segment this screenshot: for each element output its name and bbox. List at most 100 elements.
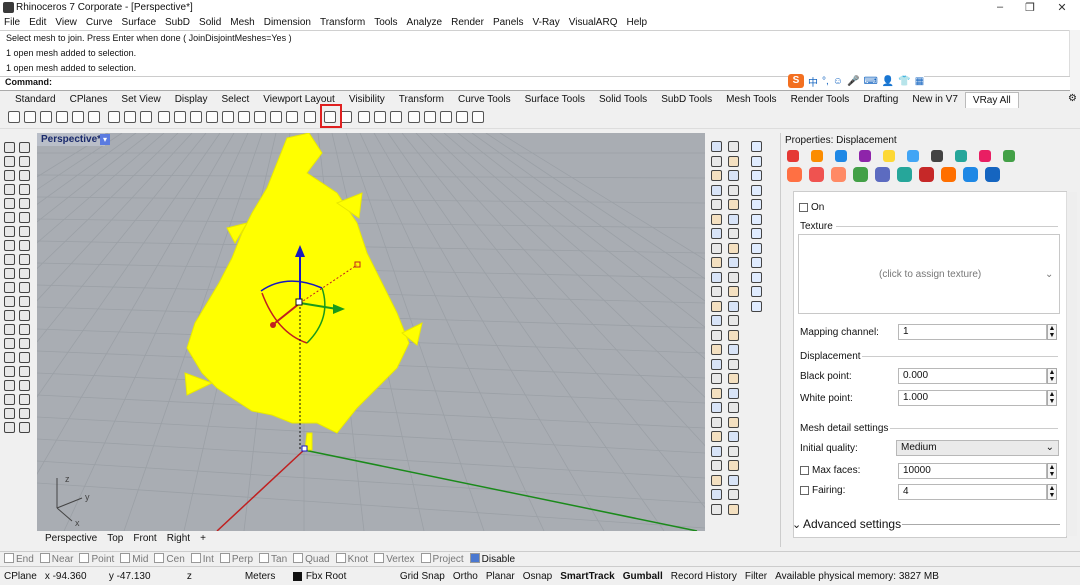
tab-subd-tools[interactable]: SubD Tools	[654, 92, 719, 109]
max-faces-checkbox[interactable]	[800, 466, 809, 475]
layer-color-swatch[interactable]	[292, 571, 302, 581]
toolbar-tool-icon[interactable]	[472, 111, 484, 123]
osnap-checkbox[interactable]	[293, 553, 304, 563]
vray-tool-icon[interactable]	[751, 257, 762, 268]
vray-tool-icon[interactable]	[711, 373, 722, 384]
displacement-type-icon[interactable]	[919, 167, 934, 182]
ime-language[interactable]: 中	[808, 74, 818, 89]
left-tool-icon[interactable]	[4, 310, 15, 321]
vray-tool-icon[interactable]	[711, 315, 722, 326]
vray-tool-icon[interactable]	[711, 489, 722, 500]
left-tool-icon[interactable]	[19, 296, 30, 307]
osnap-point[interactable]: Point	[79, 552, 114, 566]
vray-tool-icon[interactable]	[711, 416, 722, 428]
tab-display[interactable]: Display	[168, 92, 215, 109]
white-point-spinner[interactable]: ▲ ▼	[1047, 390, 1057, 406]
left-tool-icon[interactable]	[19, 338, 30, 349]
toolbar-tool-icon[interactable]	[286, 111, 298, 123]
osnap-checkbox[interactable]	[374, 553, 385, 563]
vray-tool-icon[interactable]	[751, 228, 762, 239]
left-tool-icon[interactable]	[19, 282, 30, 293]
vray-tool-icon[interactable]	[728, 329, 739, 341]
vray-tool-icon[interactable]	[711, 358, 722, 370]
osnap-quad[interactable]: Quad	[293, 552, 330, 566]
toolbar-tool-icon[interactable]	[108, 111, 120, 123]
osnap-checkbox[interactable]	[120, 553, 131, 563]
toolbar-tool-icon[interactable]	[222, 111, 234, 123]
menu-item-view[interactable]: View	[55, 16, 77, 30]
displacement-type-icon[interactable]	[853, 167, 868, 182]
advanced-settings-chevron-icon[interactable]: ⌄	[792, 518, 801, 531]
left-tool-icon[interactable]	[4, 184, 15, 195]
tab-visibility[interactable]: Visibility	[342, 92, 392, 109]
minimize-button[interactable]: –	[990, 1, 1010, 15]
osnap-mid[interactable]: Mid	[120, 552, 148, 566]
left-tool-icon[interactable]	[19, 366, 30, 377]
left-tool-icon[interactable]	[19, 408, 30, 419]
vray-tool-icon[interactable]	[728, 141, 739, 152]
left-tool-icon[interactable]	[19, 394, 30, 405]
menu-item-panels[interactable]: Panels	[493, 16, 524, 30]
vray-tool-icon[interactable]	[711, 184, 722, 196]
ime-toolbar[interactable]: S 中 °, ☺ 🎤 ⌨ 👤 👕 ▦	[788, 73, 925, 89]
left-tool-icon[interactable]	[19, 240, 30, 251]
menu-item-curve[interactable]: Curve	[86, 16, 113, 30]
osnap-checkbox[interactable]	[79, 553, 90, 563]
texture-slot[interactable]: (click to assign texture) ⌄	[798, 234, 1060, 314]
vray-tool-icon[interactable]	[728, 213, 739, 225]
vray-tool-icon[interactable]	[711, 242, 722, 254]
toolbar-tool-icon[interactable]	[254, 111, 266, 123]
tab-curve-tools[interactable]: Curve Tools	[451, 92, 518, 109]
vray-tool-icon[interactable]	[728, 358, 739, 370]
white-point-input[interactable]: 1.000	[898, 390, 1047, 406]
command-history-scrollbar[interactable]	[1069, 30, 1080, 90]
viewport-tab-right[interactable]: Right	[167, 531, 190, 547]
vray-tool-icon[interactable]	[751, 199, 762, 210]
vray-tool-icon[interactable]	[711, 387, 722, 399]
tab-mesh-tools[interactable]: Mesh Tools	[719, 92, 783, 109]
ime-grid-icon[interactable]: ▦	[915, 76, 924, 87]
left-tool-icon[interactable]	[4, 394, 15, 405]
toolbar-tool-icon[interactable]	[456, 111, 468, 123]
toolbar-tool-icon[interactable]	[270, 111, 282, 123]
vray-tool-icon[interactable]	[728, 315, 739, 326]
vray-tool-icon[interactable]	[728, 300, 739, 312]
tab-options-gear-icon[interactable]: ⚙	[1068, 93, 1077, 104]
units-label[interactable]: Meters	[241, 571, 289, 582]
vray-tool-icon[interactable]	[711, 474, 722, 486]
viewport-tab-perspective[interactable]: Perspective	[45, 531, 97, 547]
menu-item-dimension[interactable]: Dimension	[264, 16, 311, 30]
filter-toggle[interactable]: Filter	[741, 571, 771, 582]
left-tool-icon[interactable]	[4, 352, 15, 363]
vray-tool-icon[interactable]	[728, 286, 739, 297]
material-category-icon[interactable]	[859, 150, 871, 162]
osnap-disable[interactable]: Disable	[469, 552, 515, 566]
osnap-checkbox[interactable]	[154, 553, 165, 563]
tree-mesh[interactable]	[184, 133, 423, 451]
vray-tool-icon[interactable]	[751, 155, 762, 167]
osnap-checkbox[interactable]	[259, 553, 270, 563]
menu-item-surface[interactable]: Surface	[122, 16, 156, 30]
menu-item-subd[interactable]: SubD	[165, 16, 190, 30]
left-tool-icon[interactable]	[19, 170, 30, 181]
osnap-perp[interactable]: Perp	[219, 552, 253, 566]
toolbar-tool-icon[interactable]	[440, 111, 452, 123]
osnap-int[interactable]: Int	[190, 552, 214, 566]
advanced-settings-header[interactable]: Advanced settings	[803, 517, 901, 531]
max-faces-spinner[interactable]: ▲ ▼	[1047, 463, 1057, 479]
menu-item-solid[interactable]: Solid	[199, 16, 221, 30]
left-tool-icon[interactable]	[19, 310, 30, 321]
vray-tool-icon[interactable]	[711, 271, 722, 283]
viewport-tab-front[interactable]: Front	[133, 531, 156, 547]
material-category-icon[interactable]	[787, 150, 799, 162]
material-category-icon[interactable]	[835, 150, 847, 162]
vray-tool-icon[interactable]	[711, 155, 722, 167]
left-tool-icon[interactable]	[4, 240, 15, 251]
toolbar-tool-icon[interactable]	[238, 111, 250, 123]
vray-tool-icon[interactable]	[711, 445, 722, 457]
toolbar-tool-icon[interactable]	[424, 111, 436, 123]
menu-item-visualarq[interactable]: VisualARQ	[569, 16, 618, 30]
vray-tool-icon[interactable]	[711, 286, 722, 297]
toolbar-tool-icon[interactable]	[88, 111, 100, 123]
vray-tool-icon[interactable]	[728, 257, 739, 268]
